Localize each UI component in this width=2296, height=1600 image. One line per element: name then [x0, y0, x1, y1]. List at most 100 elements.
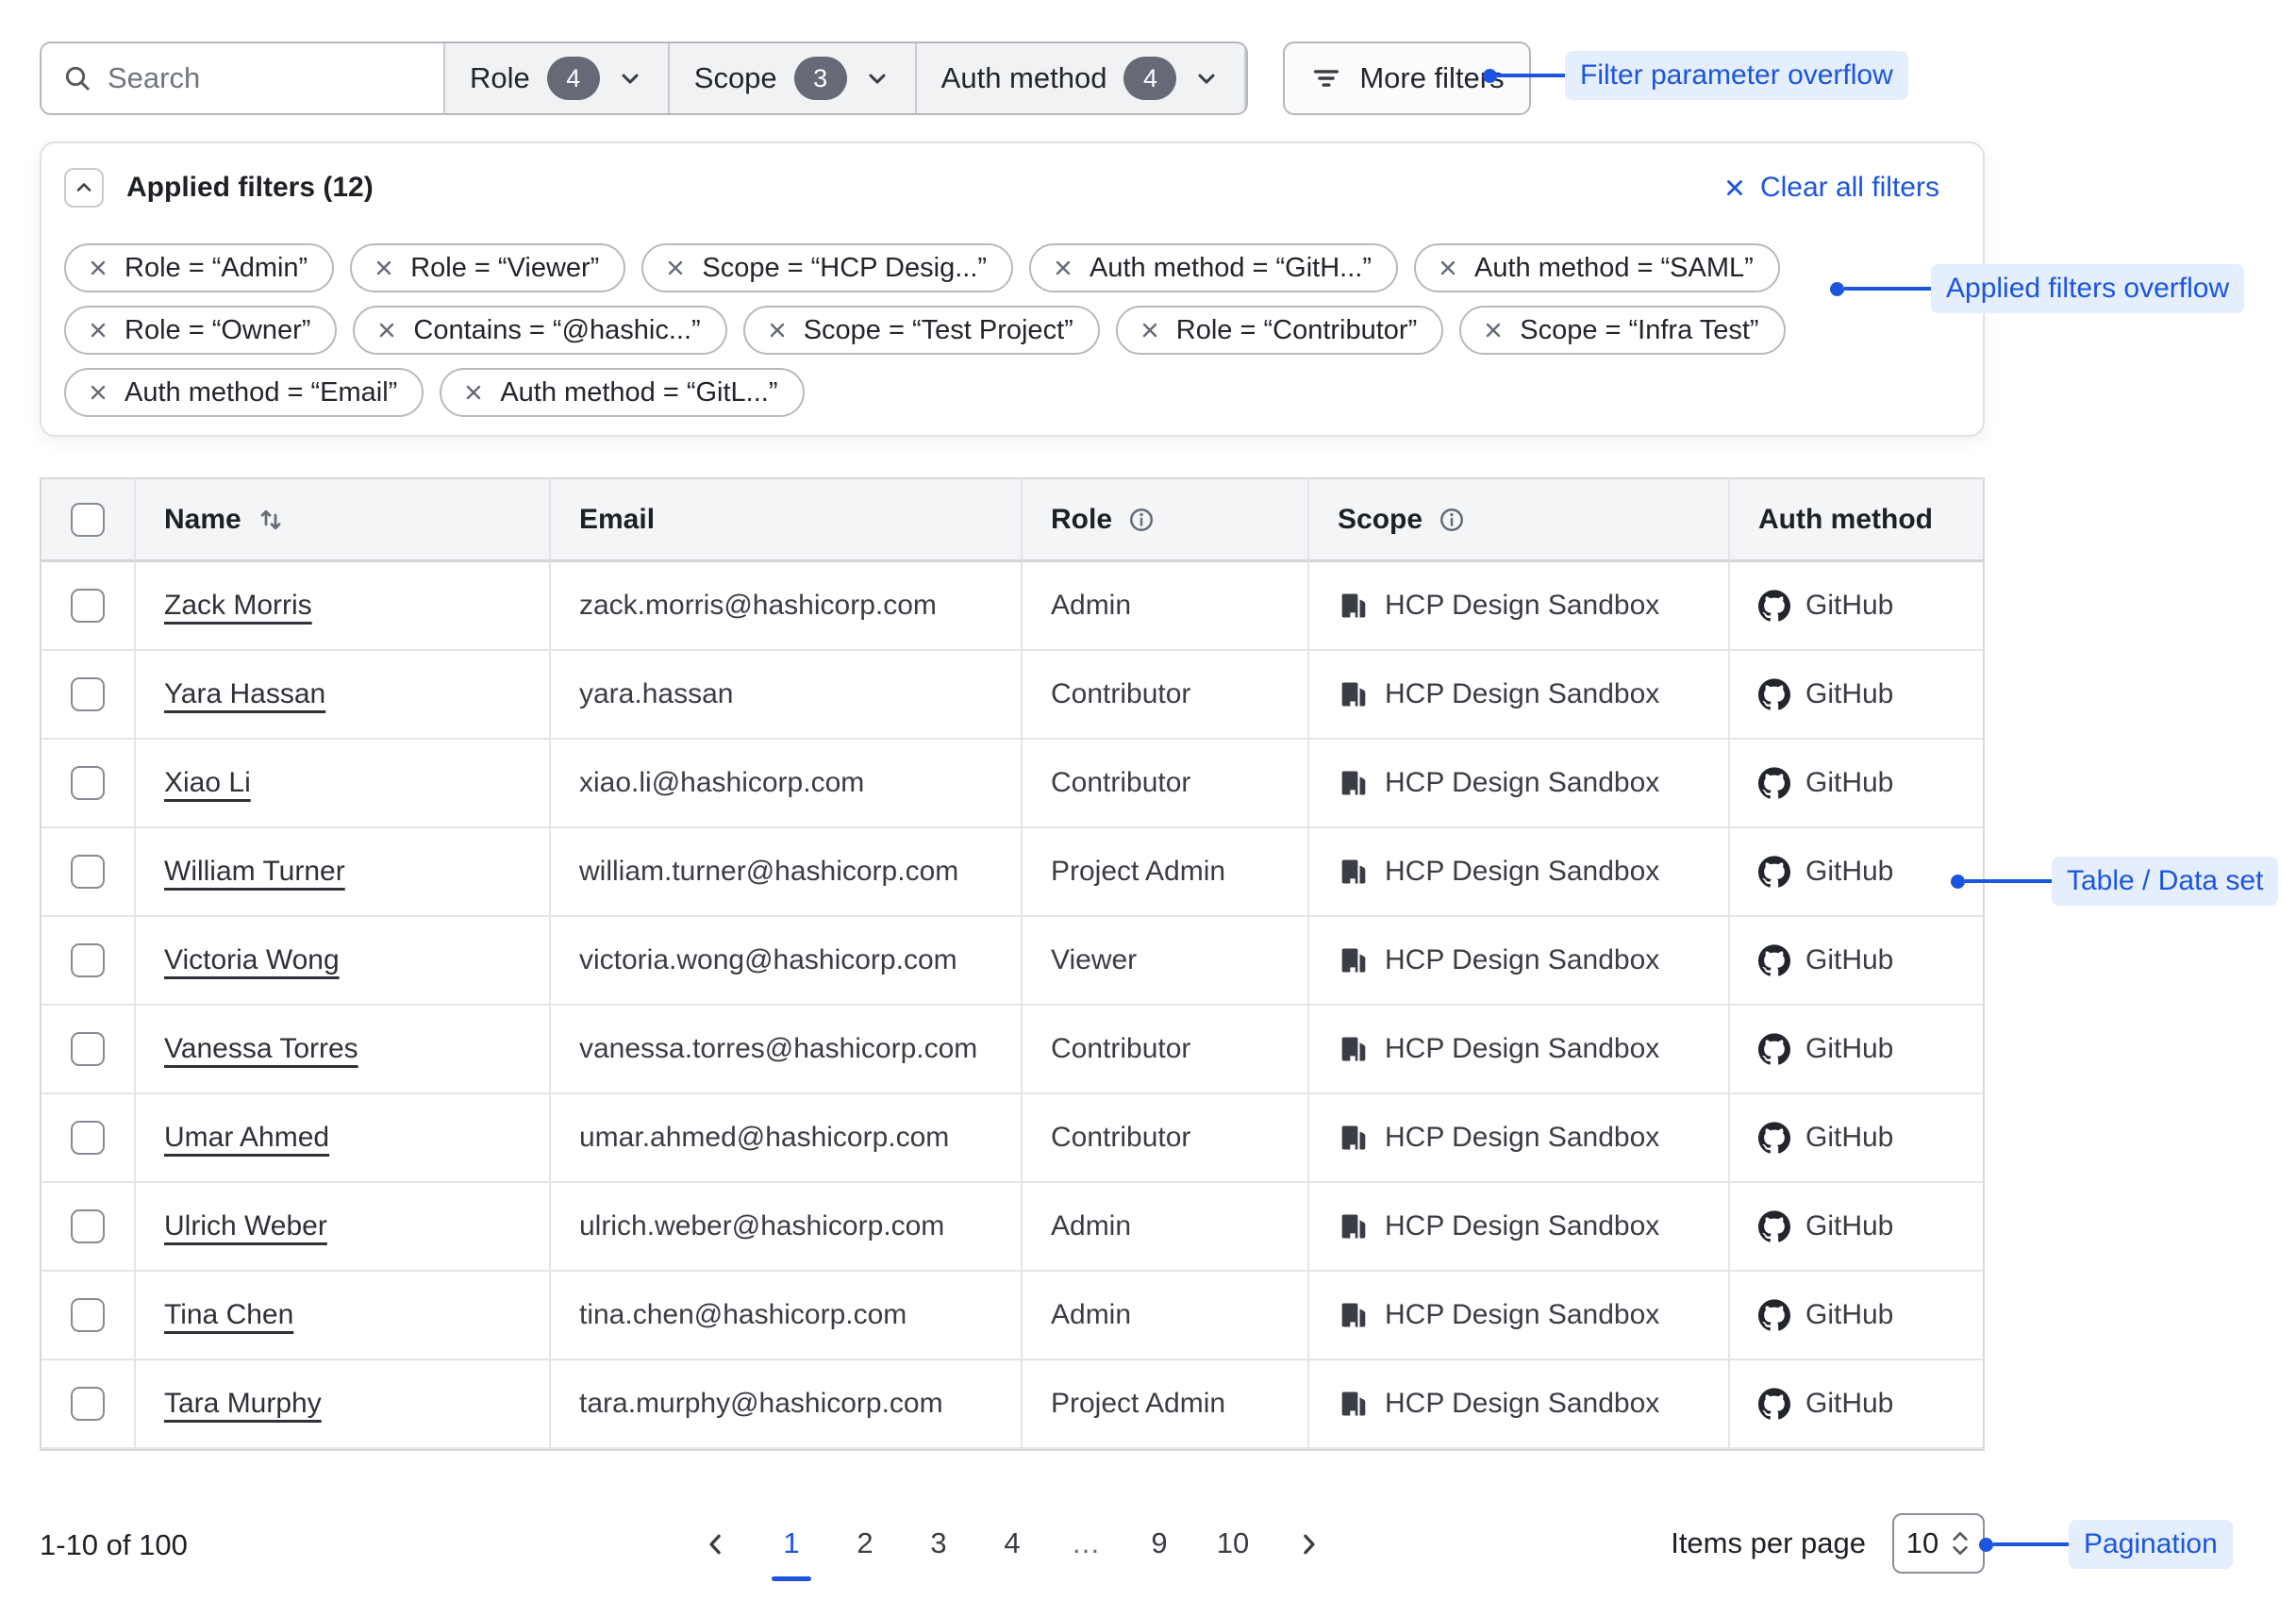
user-name-link[interactable]: Vanessa Torres [164, 1033, 358, 1064]
user-name-link[interactable]: Tina Chen [164, 1299, 293, 1330]
user-role: Contributor [1051, 1033, 1190, 1064]
github-icon [1758, 1122, 1790, 1154]
chip-dismiss-icon[interactable] [766, 319, 789, 342]
chip-dismiss-icon[interactable] [87, 257, 109, 279]
chip-dismiss-icon[interactable] [373, 257, 395, 279]
page-number[interactable]: 9 [1141, 1521, 1177, 1581]
previous-page-arrow-icon[interactable] [696, 1530, 736, 1572]
github-icon [1758, 1033, 1790, 1065]
user-scope: HCP Design Sandbox [1385, 1299, 1659, 1331]
page-number[interactable]: 4 [994, 1521, 1030, 1581]
org-building-icon [1338, 678, 1370, 710]
row-checkbox[interactable] [71, 589, 105, 623]
row-checkbox[interactable] [71, 943, 105, 977]
user-name-link[interactable]: William Turner [164, 856, 345, 887]
items-per-page-select[interactable]: 10 [1892, 1513, 1985, 1574]
filter-chip[interactable]: Scope = “Test Project” [743, 306, 1100, 355]
search-field[interactable] [42, 43, 445, 113]
chip-dismiss-icon[interactable] [87, 319, 109, 342]
filter-lines-icon [1310, 62, 1342, 94]
row-checkbox[interactable] [71, 1032, 105, 1066]
pager: 1 2 3 4 … 9 10 [696, 1521, 1328, 1581]
table-header-row: Name Email Role [42, 479, 1983, 562]
sort-icon[interactable] [257, 506, 285, 534]
row-checkbox[interactable] [71, 1298, 105, 1332]
chip-dismiss-icon[interactable] [1052, 257, 1074, 279]
page-number[interactable]: 2 [847, 1521, 883, 1581]
info-icon[interactable] [1127, 506, 1156, 534]
github-icon [1758, 944, 1790, 976]
chip-label: Auth method = “GitH...” [1090, 253, 1372, 284]
filter-chip[interactable]: Auth method = “GitH...” [1029, 243, 1398, 292]
chip-dismiss-icon[interactable] [375, 319, 398, 342]
filter-chip[interactable]: Contains = “@hashic...” [353, 306, 726, 355]
filter-chip[interactable]: Scope = “HCP Desig...” [641, 243, 1013, 292]
user-name-link[interactable]: Ulrich Weber [164, 1210, 327, 1242]
user-name-link[interactable]: Umar Ahmed [164, 1122, 329, 1153]
user-name-link[interactable]: Xiao Li [164, 767, 251, 798]
user-email: ulrich.weber@hashicorp.com [579, 1210, 944, 1242]
annotation-line [1497, 74, 1565, 77]
chip-dismiss-icon[interactable] [462, 381, 485, 404]
table-row: Ulrich Weber ulrich.weber@hashicorp.com … [42, 1183, 1983, 1272]
chip-dismiss-icon[interactable] [1437, 257, 1459, 279]
search-input[interactable] [108, 61, 423, 95]
chip-dismiss-icon[interactable] [1139, 319, 1161, 342]
row-checkbox[interactable] [71, 677, 105, 711]
applied-filters-title: Applied filters (12) [126, 172, 374, 204]
user-name-link[interactable]: Zack Morris [164, 590, 312, 621]
chip-dismiss-icon[interactable] [87, 381, 109, 404]
collapse-button[interactable] [64, 168, 104, 208]
clear-all-filters-link[interactable]: Clear all filters [1722, 172, 1939, 204]
row-checkbox[interactable] [71, 766, 105, 800]
user-scope: HCP Design Sandbox [1385, 590, 1659, 622]
annotation-dot [1483, 69, 1497, 83]
page-number[interactable]: 3 [921, 1521, 957, 1581]
user-name-link[interactable]: Tara Murphy [164, 1388, 322, 1419]
page-number[interactable]: 10 [1215, 1521, 1251, 1581]
filter-chip[interactable]: Auth method = “GitL...” [440, 368, 804, 417]
column-header-name: Name [164, 504, 241, 536]
filter-chip[interactable]: Role = “Owner” [64, 306, 337, 355]
column-header-auth: Auth method [1758, 504, 1933, 536]
filter-dropdown[interactable]: Auth method 4 [917, 43, 1247, 113]
row-checkbox[interactable] [71, 1121, 105, 1155]
chip-dismiss-icon[interactable] [664, 257, 687, 279]
user-email: umar.ahmed@hashicorp.com [579, 1122, 949, 1153]
user-scope: HCP Design Sandbox [1385, 1388, 1659, 1420]
user-role: Project Admin [1051, 856, 1225, 887]
chip-label: Scope = “Infra Test” [1520, 315, 1758, 346]
filter-dropdown[interactable]: Role 4 [445, 43, 670, 113]
row-checkbox[interactable] [71, 855, 105, 889]
info-icon[interactable] [1438, 506, 1466, 534]
chevron-down-icon [864, 65, 890, 92]
filter-chip[interactable]: Role = “Admin” [64, 243, 334, 292]
user-role: Contributor [1051, 767, 1190, 798]
next-page-arrow-icon[interactable] [1289, 1530, 1328, 1572]
table-row: Umar Ahmed umar.ahmed@hashicorp.com Cont… [42, 1094, 1983, 1183]
annotation-dot [1951, 875, 1965, 889]
user-auth-method: GitHub [1805, 767, 1893, 799]
user-role: Admin [1051, 590, 1131, 621]
items-per-page: Items per page 10 [1671, 1513, 1985, 1574]
page-number[interactable]: 1 [774, 1521, 809, 1581]
filter-group: Role 4 Scope 3 [40, 42, 1248, 115]
user-email: william.turner@hashicorp.com [579, 856, 958, 887]
filter-chip[interactable]: Scope = “Infra Test” [1459, 306, 1785, 355]
filter-chip[interactable]: Auth method = “Email” [64, 368, 424, 417]
filter-chip[interactable]: Role = “Viewer” [350, 243, 625, 292]
filter-chip[interactable]: Auth method = “SAML” [1414, 243, 1780, 292]
user-role: Contributor [1051, 678, 1190, 709]
filter-dropdown[interactable]: Scope 3 [670, 43, 917, 113]
row-checkbox[interactable] [71, 1387, 105, 1421]
org-building-icon [1338, 944, 1370, 976]
github-icon [1758, 590, 1790, 622]
filter-chip[interactable]: Role = “Contributor” [1116, 306, 1443, 355]
select-all-checkbox[interactable] [71, 503, 105, 537]
user-scope: HCP Design Sandbox [1385, 1122, 1659, 1154]
row-checkbox[interactable] [71, 1209, 105, 1243]
chip-dismiss-icon[interactable] [1482, 319, 1505, 342]
table-row: Victoria Wong victoria.wong@hashicorp.co… [42, 917, 1983, 1006]
user-name-link[interactable]: Yara Hassan [164, 678, 325, 709]
user-name-link[interactable]: Victoria Wong [164, 944, 340, 975]
